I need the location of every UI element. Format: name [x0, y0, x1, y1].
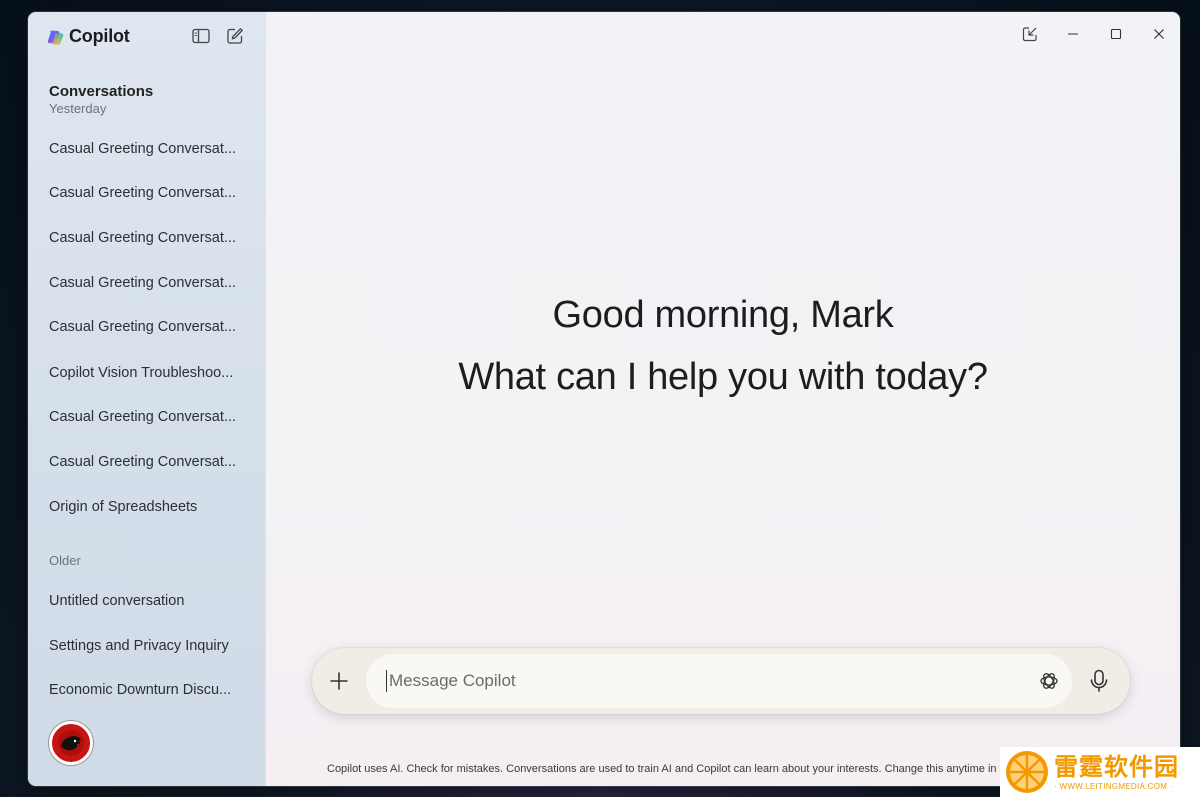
close-icon [1153, 29, 1164, 39]
conversation-item[interactable]: Casual Greeting Conversat... [49, 185, 245, 201]
copilot-window: Copilot Conversations Yesterday Casual G… [28, 12, 1180, 786]
toggle-sidebar-button[interactable] [191, 26, 211, 46]
greeting-title: Good morning, Mark [552, 294, 894, 336]
conversation-item[interactable]: Casual Greeting Conversat... [49, 454, 245, 470]
message-input[interactable] [386, 670, 1006, 692]
minimize-icon [1067, 33, 1078, 35]
think-deeper-button[interactable] [1034, 666, 1064, 696]
watermark-url: · WWW.LEITINGMEDIA.COM · [1054, 781, 1173, 791]
watermark-title: 雷霆软件园 [1054, 753, 1179, 781]
conversation-item[interactable]: Casual Greeting Conversat... [49, 230, 245, 246]
maximize-button[interactable] [1094, 12, 1137, 56]
new-chat-button[interactable] [225, 26, 245, 46]
composer [312, 648, 1130, 714]
ai-disclaimer: Copilot uses AI. Check for mistakes. Con… [327, 763, 1018, 775]
sidebar-panel-icon [192, 28, 210, 44]
conversation-item[interactable]: Casual Greeting Conversat... [49, 409, 245, 425]
maximize-icon [1110, 28, 1121, 40]
orange-slice-logo-icon [1006, 751, 1048, 793]
conversation-item[interactable]: Settings and Privacy Inquiry [49, 638, 245, 654]
pop-in-icon [1022, 27, 1037, 42]
conversation-item[interactable]: Casual Greeting Conversat... [49, 275, 245, 291]
greeting: Good morning, Mark What can I help you w… [266, 284, 1180, 408]
compact-mode-button[interactable] [1008, 12, 1051, 56]
profile-picture-icon [58, 730, 84, 756]
voice-button[interactable] [1084, 666, 1114, 696]
message-input-container [366, 654, 1072, 708]
attach-button[interactable] [324, 666, 354, 696]
conversation-item[interactable]: Origin of Spreadsheets [49, 499, 245, 515]
app-name: Copilot [69, 26, 130, 46]
openai-knot-icon [1040, 673, 1058, 689]
close-button[interactable] [1137, 12, 1180, 56]
title-bar [1008, 12, 1180, 56]
conversation-item[interactable]: Economic Downturn Discu... [49, 682, 245, 698]
section-label-older: Older [49, 553, 81, 568]
sidebar: Copilot Conversations Yesterday Casual G… [28, 12, 265, 786]
watermark: 雷霆软件园 · WWW.LEITINGMEDIA.COM · [1000, 747, 1200, 797]
brand: Copilot [47, 26, 130, 47]
sidebar-toolbar [191, 26, 245, 46]
compose-icon [227, 28, 243, 44]
section-label-yesterday: Yesterday [49, 101, 107, 116]
conversation-item[interactable]: Casual Greeting Conversat... [49, 319, 245, 335]
greeting-prompt: What can I help you with today? [458, 356, 988, 398]
conversation-item[interactable]: Casual Greeting Conversat... [49, 141, 245, 157]
main-panel: Good morning, Mark What can I help you w… [265, 12, 1180, 786]
copilot-logo-icon [47, 30, 64, 45]
plus-icon [330, 672, 348, 690]
watermark-text: 雷霆软件园 · WWW.LEITINGMEDIA.COM · [1054, 754, 1179, 791]
user-avatar[interactable] [49, 721, 93, 765]
conversations-heading: Conversations [49, 83, 154, 100]
conversation-item[interactable]: Untitled conversation [49, 593, 245, 609]
microphone-icon [1090, 669, 1108, 692]
minimize-button[interactable] [1051, 12, 1094, 56]
conversation-item[interactable]: Copilot Vision Troubleshoo... [49, 365, 245, 381]
